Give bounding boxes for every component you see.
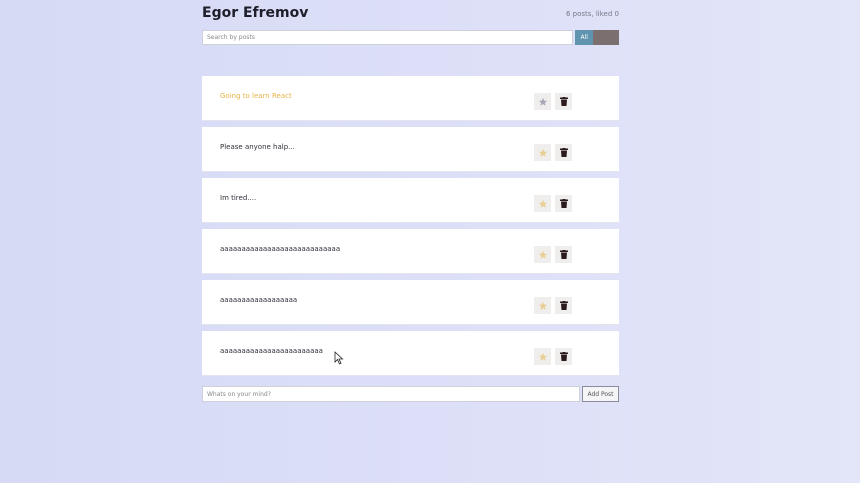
posts-stats: 6 posts, liked 0	[565, 10, 619, 18]
delete-button[interactable]	[555, 297, 572, 314]
trash-icon	[559, 352, 568, 361]
search-panel: All	[202, 30, 619, 45]
like-button[interactable]	[534, 297, 551, 314]
star-icon	[538, 148, 547, 157]
delete-button[interactable]	[555, 348, 572, 365]
delete-button[interactable]	[555, 93, 572, 110]
post-list: Going to learn React Please anyone halp.…	[202, 76, 619, 382]
delete-button[interactable]	[555, 144, 572, 161]
trash-icon	[559, 301, 568, 310]
star-icon	[538, 97, 547, 106]
star-icon	[538, 250, 547, 259]
post-text[interactable]: Im tired....	[220, 194, 256, 202]
trash-icon	[559, 148, 568, 157]
app-container: Egor Efremov 6 posts, liked 0 All Going …	[202, 0, 619, 402]
post-actions	[534, 144, 572, 161]
delete-button[interactable]	[555, 246, 572, 263]
add-post-button[interactable]: Add Post	[582, 386, 619, 402]
trash-icon	[559, 250, 568, 259]
like-button[interactable]	[534, 195, 551, 212]
app-header: Egor Efremov 6 posts, liked 0	[202, 0, 619, 28]
filter-all-button[interactable]: All	[575, 30, 594, 45]
list-item: Please anyone halp...	[202, 127, 619, 172]
post-text[interactable]: aaaaaaaaaaaaaaaaaaaaaaaaaaaa	[220, 245, 340, 253]
trash-icon	[559, 199, 568, 208]
star-icon	[538, 301, 547, 310]
new-post-input[interactable]	[202, 386, 580, 402]
trash-icon	[559, 97, 568, 106]
filter-liked-button[interactable]	[593, 30, 619, 45]
post-text[interactable]: aaaaaaaaaaaaaaaaaaaaaaaa	[220, 347, 323, 355]
list-item: aaaaaaaaaaaaaaaaaa	[202, 280, 619, 325]
list-item: aaaaaaaaaaaaaaaaaaaaaaaa	[202, 331, 619, 376]
star-icon	[538, 199, 547, 208]
delete-button[interactable]	[555, 195, 572, 212]
list-item: Going to learn React	[202, 76, 619, 121]
search-input[interactable]	[202, 30, 574, 45]
add-post-form: Add Post	[202, 386, 619, 402]
like-button[interactable]	[534, 246, 551, 263]
post-text[interactable]: Going to learn React	[220, 92, 292, 100]
star-icon	[538, 352, 547, 361]
post-actions	[534, 93, 572, 110]
post-actions	[534, 297, 572, 314]
post-text[interactable]: aaaaaaaaaaaaaaaaaa	[220, 296, 297, 304]
post-text[interactable]: Please anyone halp...	[220, 143, 295, 151]
mouse-cursor-icon	[334, 351, 344, 365]
like-button[interactable]	[534, 93, 551, 110]
post-actions	[534, 195, 572, 212]
list-item: aaaaaaaaaaaaaaaaaaaaaaaaaaaa	[202, 229, 619, 274]
like-button[interactable]	[534, 144, 551, 161]
list-item: Im tired....	[202, 178, 619, 223]
page-title: Egor Efremov	[202, 5, 309, 21]
like-button[interactable]	[534, 348, 551, 365]
post-actions	[534, 348, 572, 365]
post-actions	[534, 246, 572, 263]
